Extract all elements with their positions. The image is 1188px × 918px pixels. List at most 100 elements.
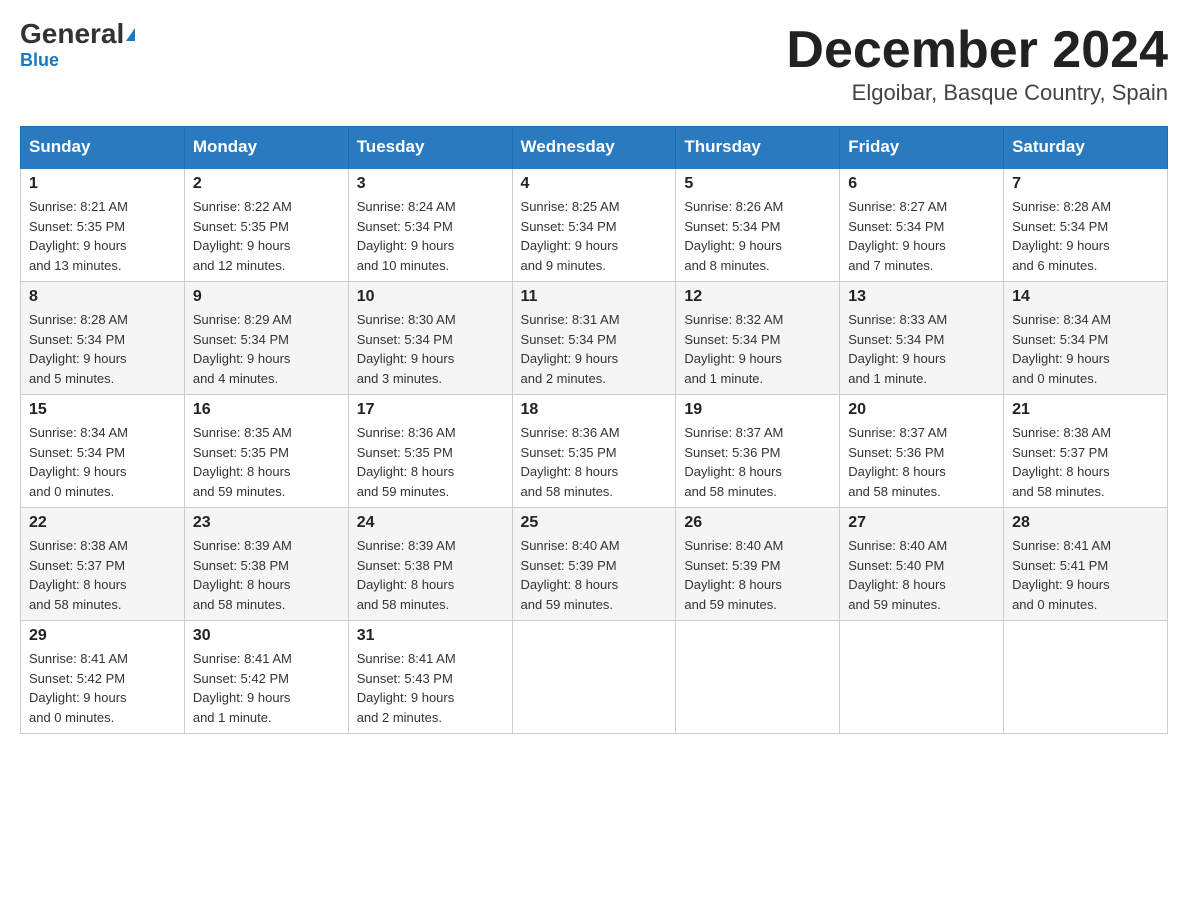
table-row: 17 Sunrise: 8:36 AMSunset: 5:35 PMDaylig… [348,395,512,508]
table-row: 9 Sunrise: 8:29 AMSunset: 5:34 PMDayligh… [184,282,348,395]
calendar-row: 15 Sunrise: 8:34 AMSunset: 5:34 PMDaylig… [21,395,1168,508]
day-info: Sunrise: 8:36 AMSunset: 5:35 PMDaylight:… [521,423,668,501]
day-number: 9 [193,288,340,306]
day-number: 8 [29,288,176,306]
day-number: 1 [29,175,176,193]
day-number: 16 [193,401,340,419]
table-row: 11 Sunrise: 8:31 AMSunset: 5:34 PMDaylig… [512,282,676,395]
day-number: 15 [29,401,176,419]
day-info: Sunrise: 8:35 AMSunset: 5:35 PMDaylight:… [193,423,340,501]
day-info: Sunrise: 8:41 AMSunset: 5:41 PMDaylight:… [1012,536,1159,614]
col-tuesday: Tuesday [348,127,512,169]
col-wednesday: Wednesday [512,127,676,169]
calendar-row: 1 Sunrise: 8:21 AMSunset: 5:35 PMDayligh… [21,168,1168,282]
day-info: Sunrise: 8:41 AMSunset: 5:42 PMDaylight:… [29,649,176,727]
day-info: Sunrise: 8:37 AMSunset: 5:36 PMDaylight:… [684,423,831,501]
table-row: 24 Sunrise: 8:39 AMSunset: 5:38 PMDaylig… [348,508,512,621]
day-number: 28 [1012,514,1159,532]
day-info: Sunrise: 8:39 AMSunset: 5:38 PMDaylight:… [357,536,504,614]
day-info: Sunrise: 8:41 AMSunset: 5:43 PMDaylight:… [357,649,504,727]
table-row: 31 Sunrise: 8:41 AMSunset: 5:43 PMDaylig… [348,621,512,734]
day-info: Sunrise: 8:28 AMSunset: 5:34 PMDaylight:… [29,310,176,388]
day-number: 17 [357,401,504,419]
table-row: 30 Sunrise: 8:41 AMSunset: 5:42 PMDaylig… [184,621,348,734]
day-number: 23 [193,514,340,532]
table-row: 25 Sunrise: 8:40 AMSunset: 5:39 PMDaylig… [512,508,676,621]
day-number: 18 [521,401,668,419]
logo: General Blue [20,20,135,71]
day-info: Sunrise: 8:29 AMSunset: 5:34 PMDaylight:… [193,310,340,388]
day-info: Sunrise: 8:31 AMSunset: 5:34 PMDaylight:… [521,310,668,388]
table-row: 15 Sunrise: 8:34 AMSunset: 5:34 PMDaylig… [21,395,185,508]
calendar-row: 8 Sunrise: 8:28 AMSunset: 5:34 PMDayligh… [21,282,1168,395]
table-row: 20 Sunrise: 8:37 AMSunset: 5:36 PMDaylig… [840,395,1004,508]
day-number: 12 [684,288,831,306]
day-info: Sunrise: 8:30 AMSunset: 5:34 PMDaylight:… [357,310,504,388]
day-number: 2 [193,175,340,193]
day-info: Sunrise: 8:22 AMSunset: 5:35 PMDaylight:… [193,197,340,275]
day-number: 20 [848,401,995,419]
day-number: 25 [521,514,668,532]
day-info: Sunrise: 8:26 AMSunset: 5:34 PMDaylight:… [684,197,831,275]
day-number: 3 [357,175,504,193]
table-row [840,621,1004,734]
table-row: 8 Sunrise: 8:28 AMSunset: 5:34 PMDayligh… [21,282,185,395]
table-row: 10 Sunrise: 8:30 AMSunset: 5:34 PMDaylig… [348,282,512,395]
col-friday: Friday [840,127,1004,169]
col-saturday: Saturday [1004,127,1168,169]
table-row: 4 Sunrise: 8:25 AMSunset: 5:34 PMDayligh… [512,168,676,282]
day-info: Sunrise: 8:40 AMSunset: 5:39 PMDaylight:… [684,536,831,614]
table-row [512,621,676,734]
header-row: Sunday Monday Tuesday Wednesday Thursday… [21,127,1168,169]
day-number: 21 [1012,401,1159,419]
day-info: Sunrise: 8:33 AMSunset: 5:34 PMDaylight:… [848,310,995,388]
table-row [1004,621,1168,734]
day-number: 19 [684,401,831,419]
table-row: 5 Sunrise: 8:26 AMSunset: 5:34 PMDayligh… [676,168,840,282]
col-monday: Monday [184,127,348,169]
table-row: 1 Sunrise: 8:21 AMSunset: 5:35 PMDayligh… [21,168,185,282]
table-row: 19 Sunrise: 8:37 AMSunset: 5:36 PMDaylig… [676,395,840,508]
day-info: Sunrise: 8:39 AMSunset: 5:38 PMDaylight:… [193,536,340,614]
day-info: Sunrise: 8:37 AMSunset: 5:36 PMDaylight:… [848,423,995,501]
day-number: 24 [357,514,504,532]
day-number: 5 [684,175,831,193]
logo-subtitle: Blue [20,50,59,71]
title-area: December 2024 Elgoibar, Basque Country, … [786,20,1168,106]
table-row: 28 Sunrise: 8:41 AMSunset: 5:41 PMDaylig… [1004,508,1168,621]
day-number: 26 [684,514,831,532]
day-number: 7 [1012,175,1159,193]
day-number: 29 [29,627,176,645]
day-info: Sunrise: 8:40 AMSunset: 5:39 PMDaylight:… [521,536,668,614]
day-info: Sunrise: 8:24 AMSunset: 5:34 PMDaylight:… [357,197,504,275]
table-row [676,621,840,734]
day-number: 13 [848,288,995,306]
table-row: 27 Sunrise: 8:40 AMSunset: 5:40 PMDaylig… [840,508,1004,621]
table-row: 14 Sunrise: 8:34 AMSunset: 5:34 PMDaylig… [1004,282,1168,395]
table-row: 6 Sunrise: 8:27 AMSunset: 5:34 PMDayligh… [840,168,1004,282]
day-info: Sunrise: 8:41 AMSunset: 5:42 PMDaylight:… [193,649,340,727]
day-info: Sunrise: 8:40 AMSunset: 5:40 PMDaylight:… [848,536,995,614]
table-row: 22 Sunrise: 8:38 AMSunset: 5:37 PMDaylig… [21,508,185,621]
day-info: Sunrise: 8:27 AMSunset: 5:34 PMDaylight:… [848,197,995,275]
day-info: Sunrise: 8:32 AMSunset: 5:34 PMDaylight:… [684,310,831,388]
calendar-row: 22 Sunrise: 8:38 AMSunset: 5:37 PMDaylig… [21,508,1168,621]
table-row: 13 Sunrise: 8:33 AMSunset: 5:34 PMDaylig… [840,282,1004,395]
day-number: 22 [29,514,176,532]
col-sunday: Sunday [21,127,185,169]
table-row: 3 Sunrise: 8:24 AMSunset: 5:34 PMDayligh… [348,168,512,282]
day-info: Sunrise: 8:38 AMSunset: 5:37 PMDaylight:… [29,536,176,614]
day-info: Sunrise: 8:28 AMSunset: 5:34 PMDaylight:… [1012,197,1159,275]
col-thursday: Thursday [676,127,840,169]
page-header: General Blue December 2024 Elgoibar, Bas… [20,20,1168,106]
table-row: 29 Sunrise: 8:41 AMSunset: 5:42 PMDaylig… [21,621,185,734]
calendar-subtitle: Elgoibar, Basque Country, Spain [786,80,1168,106]
day-number: 31 [357,627,504,645]
calendar-title: December 2024 [786,20,1168,80]
calendar-row: 29 Sunrise: 8:41 AMSunset: 5:42 PMDaylig… [21,621,1168,734]
table-row: 21 Sunrise: 8:38 AMSunset: 5:37 PMDaylig… [1004,395,1168,508]
table-row: 18 Sunrise: 8:36 AMSunset: 5:35 PMDaylig… [512,395,676,508]
table-row: 7 Sunrise: 8:28 AMSunset: 5:34 PMDayligh… [1004,168,1168,282]
day-info: Sunrise: 8:38 AMSunset: 5:37 PMDaylight:… [1012,423,1159,501]
day-number: 11 [521,288,668,306]
